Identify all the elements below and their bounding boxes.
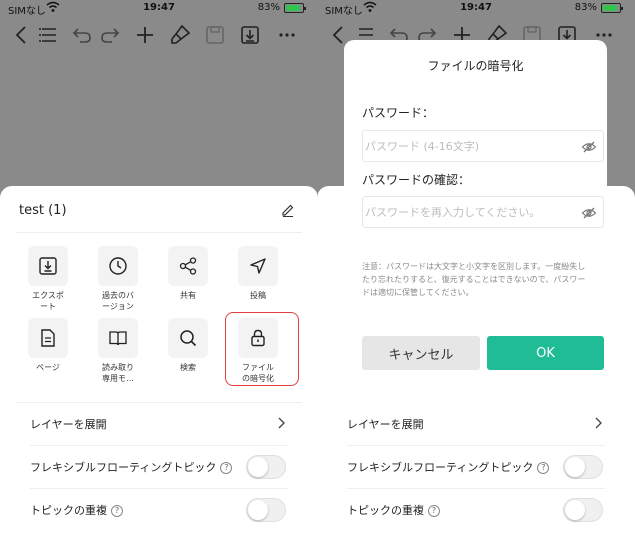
encrypt-highlight-box — [225, 312, 299, 386]
grid-item-history[interactable]: 過去のバ ージョン — [83, 246, 153, 326]
sheet-title: test (1) — [19, 203, 67, 218]
export-icon — [28, 246, 68, 286]
row-label: フレキシブルフローティングトピック? — [30, 459, 233, 475]
row-label: レイヤーを展開 — [347, 418, 424, 431]
search-icon — [168, 318, 208, 358]
clock-icon — [98, 246, 138, 286]
password-field[interactable] — [362, 130, 604, 162]
outline-list-icon[interactable] — [37, 23, 61, 47]
encrypt-dialog: ファイルの暗号化 パスワード： パスワードの確認： 注意：パスワードは大文字と小… — [344, 40, 607, 380]
confirm-password-field[interactable] — [362, 196, 604, 228]
password-label: パスワード： — [362, 106, 435, 120]
send-icon — [238, 246, 278, 286]
encryption-note: 注意：パスワードは大文字と小文字を区別します。一度紛失したり忘れたりすると、復元… — [362, 262, 586, 297]
row-label: レイヤーを展開 — [30, 418, 107, 431]
edit-pencil-icon[interactable] — [280, 202, 296, 218]
grid-item-label: 読み取り 専用モ… — [102, 363, 134, 383]
flexible-floating-toggle[interactable] — [563, 455, 603, 479]
grid-item-label: ページ — [36, 363, 60, 372]
confirm-label: パスワードの確認： — [362, 173, 471, 187]
row-label: フレキシブルフローティングトピック? — [347, 459, 550, 475]
row-flexible-floating-topic: フレキシブルフローティングトピック? — [30, 447, 288, 487]
divider — [16, 402, 302, 403]
add-icon[interactable] — [133, 23, 157, 47]
share-icon — [168, 246, 208, 286]
book-icon — [98, 318, 138, 358]
row-label: トピックの重複? — [30, 502, 123, 518]
row-expand-layers[interactable]: レイヤーを展開 — [30, 404, 288, 444]
grid-item-label: 投稿 — [250, 291, 266, 300]
battery-percent: 83% — [574, 2, 597, 13]
battery-icon — [601, 3, 623, 13]
row-flexible-floating-topic: フレキシブルフローティングトピック? — [347, 447, 605, 487]
password-input[interactable] — [365, 131, 570, 161]
confirm-password-input[interactable] — [365, 197, 570, 227]
divider — [347, 445, 605, 446]
grid-item-label: 検索 — [180, 363, 196, 372]
row-expand-layers[interactable]: レイヤーを展開 — [347, 404, 605, 444]
phone-screen-share-sheet: SIMなし 19:47 83% test (1) エクスポ ート 過去のバ ージ… — [0, 0, 318, 546]
export-icon[interactable] — [238, 23, 262, 47]
status-bar: SIMなし 19:47 83% — [0, 0, 318, 18]
divider — [347, 488, 605, 489]
grid-item-label: 共有 — [180, 291, 196, 300]
help-icon[interactable]: ? — [111, 505, 123, 517]
divider — [16, 232, 302, 233]
ok-button[interactable]: OK — [487, 336, 604, 370]
help-icon[interactable]: ? — [428, 505, 440, 517]
flexible-floating-toggle[interactable] — [246, 455, 286, 479]
help-icon[interactable]: ? — [537, 462, 550, 474]
grid-item-page[interactable]: ページ — [13, 318, 83, 398]
dialog-title: ファイルの暗号化 — [427, 59, 524, 73]
editor-toolbar — [0, 20, 318, 50]
chevron-right-icon — [595, 417, 602, 429]
phone-screen-encrypt-dialog: SIMなし 19:47 83% レイヤーを展開 フレキシブルフローティングトピッ… — [317, 0, 635, 546]
grid-item-share[interactable]: 共有 — [153, 246, 223, 326]
topic-overlap-toggle[interactable] — [246, 498, 286, 522]
grid-item-export[interactable]: エクスポ ート — [13, 246, 83, 326]
row-topic-overlap: トピックの重複? — [30, 490, 288, 530]
chevron-right-icon — [278, 417, 285, 429]
battery-icon — [284, 3, 306, 13]
status-bar: SIMなし 19:47 83% — [317, 0, 635, 18]
row-label: トピックの重複? — [347, 502, 440, 518]
page-icon — [28, 318, 68, 358]
grid-item-label: 過去のバ ージョン — [102, 291, 134, 311]
eye-off-icon[interactable] — [581, 205, 597, 221]
redo-icon[interactable] — [98, 23, 122, 47]
eye-off-icon[interactable] — [581, 139, 597, 155]
battery-percent: 83% — [257, 2, 280, 13]
grid-item-search[interactable]: 検索 — [153, 318, 223, 398]
brush-icon[interactable] — [168, 23, 192, 47]
grid-item-read-only[interactable]: 読み取り 専用モ… — [83, 318, 153, 398]
action-sheet: test (1) エクスポ ート 過去のバ ージョン 共有 投稿 ページ 読み取… — [0, 186, 318, 546]
divider — [30, 488, 288, 489]
save-icon[interactable] — [203, 23, 227, 47]
more-icon[interactable] — [275, 23, 299, 47]
undo-icon[interactable] — [70, 23, 94, 47]
cancel-button[interactable]: キャンセル — [362, 336, 480, 370]
row-topic-overlap: トピックの重複? — [347, 490, 605, 530]
back-chevron-icon[interactable] — [10, 23, 34, 47]
grid-item-label: エクスポ ート — [32, 291, 64, 311]
divider — [30, 445, 288, 446]
help-icon[interactable]: ? — [220, 462, 233, 474]
topic-overlap-toggle[interactable] — [563, 498, 603, 522]
